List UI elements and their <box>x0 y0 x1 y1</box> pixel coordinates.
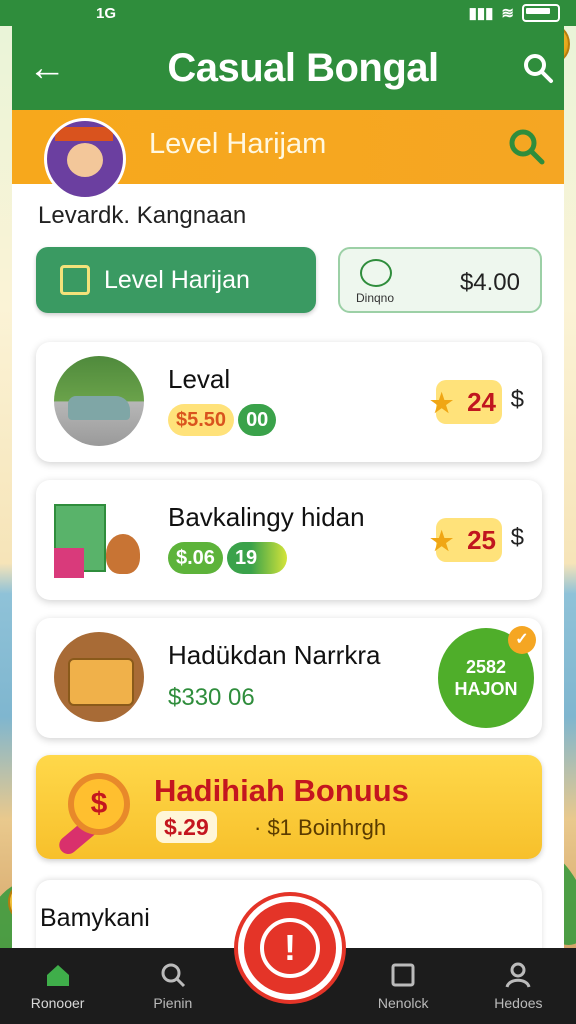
main-panel: Level Harijam Levardk. Kangnaan Level Ha… <box>12 110 564 1010</box>
nav-label: Hedoes <box>494 995 543 1011</box>
back-button[interactable]: ← <box>12 26 82 110</box>
search-icon <box>161 963 185 988</box>
list-item[interactable]: Hadükdan Narrkra $330 06 2582 HAJON ✓ <box>36 618 542 738</box>
badge-line-1: 2582 <box>465 657 507 677</box>
nav-label: Ronooer <box>30 995 85 1011</box>
badge-line-2: HAJON <box>454 679 518 699</box>
reward-suffix: $ <box>510 386 524 413</box>
card-value: $330 06 <box>168 684 255 711</box>
star-icon: ★ <box>430 388 454 418</box>
pill-row: $.06 19 <box>168 542 288 574</box>
card-title: Leval <box>168 364 231 394</box>
home-icon <box>46 965 69 986</box>
nav-item-profile[interactable]: Hedoes <box>461 948 576 1024</box>
chest-shape <box>68 658 134 706</box>
app-header: ← Casual Bongal <box>12 26 564 110</box>
wallet-card[interactable]: Dinqno $4.00 <box>338 247 542 313</box>
sub-search-button[interactable] <box>506 126 546 166</box>
avatar-face <box>67 143 103 177</box>
battery-icon <box>522 4 560 22</box>
nav-item-home[interactable]: Ronooer <box>0 948 115 1024</box>
bonus-amount: $.29 <box>156 811 217 843</box>
reward-value: 25 <box>467 524 496 555</box>
reward-suffix: $ <box>510 524 524 551</box>
list-item[interactable]: Leval $5.50 00 ★ 24 $ <box>36 342 542 462</box>
price-pill: $.06 <box>168 542 223 574</box>
level-button-label: Level Harijan <box>104 265 250 294</box>
square-icon <box>391 963 415 987</box>
car-thumbnail <box>54 356 144 446</box>
star-icon: ★ <box>430 526 454 556</box>
nav-item-search[interactable]: Pienin <box>115 948 230 1024</box>
count-pill: 00 <box>238 404 277 436</box>
bonus-coin-icon: $ <box>68 773 130 835</box>
nav-label: Pienin <box>153 995 193 1011</box>
car-shape <box>68 396 130 420</box>
reward-badge: ★ 24 <box>430 380 502 424</box>
check-icon: ✓ <box>508 626 536 654</box>
avatar[interactable] <box>44 118 126 200</box>
signal-icon: ▮▮▮ <box>468 5 494 22</box>
card-title: Bavkalingy hidan <box>168 502 365 532</box>
fox-shape <box>106 534 140 574</box>
price-pill: $5.50 <box>168 404 235 436</box>
nav-item-square[interactable]: Nenolck <box>346 948 461 1024</box>
section-label: Levardk. Kangnaan <box>38 202 247 229</box>
header-search-button[interactable] <box>518 48 558 88</box>
count-pill: 19 <box>226 542 288 574</box>
alert-fab-button[interactable]: ! <box>238 896 342 1000</box>
bonus-banner[interactable]: $ Hadihiah Bonuus $.29 · $1 Boinhrgh <box>36 755 542 859</box>
search-icon <box>509 129 545 165</box>
reward-value: 24 <box>467 386 496 417</box>
list-item[interactable]: Bavkalingy hidan $.06 19 ★ 25 $ <box>36 480 542 600</box>
wallet-value: $4.00 <box>459 269 520 296</box>
reward-badge: ★ 25 <box>430 518 502 562</box>
bag-icon <box>60 265 90 295</box>
wallet-label: Dinqno <box>356 291 395 305</box>
card-title: Hadükdan Narrkra <box>168 640 381 670</box>
bonus-subtext: · $1 Boinhrgh <box>254 815 387 840</box>
avatar-banner <box>55 127 113 141</box>
wifi-icon: ≋ <box>501 5 514 22</box>
bonus-title: Hadihiah Bonuus <box>154 773 409 808</box>
partial-card-title: Bamykani <box>40 904 150 932</box>
back-arrow-icon: ← <box>28 46 66 89</box>
search-icon <box>524 54 553 83</box>
app-title: Casual Bongal <box>167 45 439 90</box>
box-thumbnail <box>54 494 144 584</box>
status-bar: 1G ▮▮▮ ≋ <box>0 0 576 26</box>
alert-icon: ! <box>260 918 320 978</box>
sub-header-title: Level Harijam <box>149 128 327 160</box>
nav-label: Nenolck <box>377 995 429 1011</box>
profile-icon <box>505 962 531 988</box>
level-button[interactable]: Level Harijan <box>36 247 316 313</box>
pill-row: $5.50 00 <box>168 404 277 436</box>
treasure-thumbnail <box>54 632 144 722</box>
gift-shape <box>54 548 84 578</box>
prize-badge[interactable]: 2582 HAJON ✓ <box>438 626 536 728</box>
wallet-icon <box>360 259 392 287</box>
status-text: 1G <box>96 4 117 22</box>
